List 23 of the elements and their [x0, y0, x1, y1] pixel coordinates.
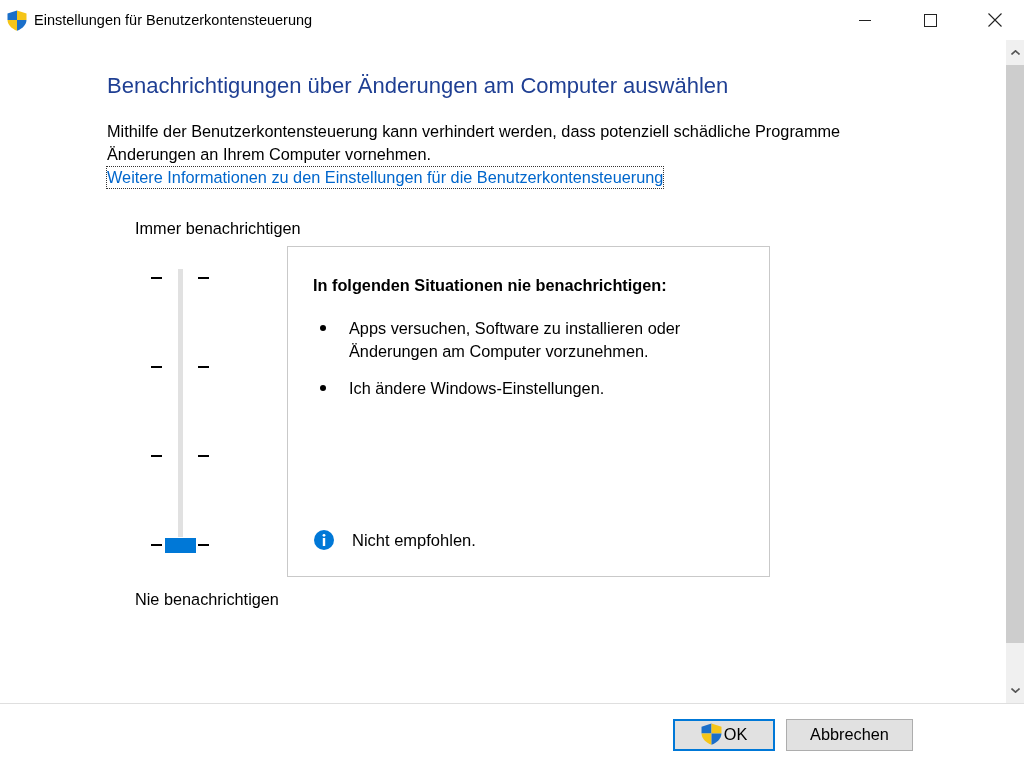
close-icon: [988, 13, 1002, 27]
bullet-icon: [320, 325, 326, 331]
details-title: In folgenden Situationen nie benachrichtigen:: [313, 275, 668, 295]
details-item: Apps versuchen, Software zu installieren oder Änderungen am Computer vorzunehmen.: [349, 318, 682, 362]
page-heading: Benachrichtigungen über Änderungen am Computer auswählen: [107, 72, 729, 100]
slider-bottom-label: Nie benachrichtigen: [135, 590, 279, 608]
maximize-icon: [923, 13, 937, 27]
details-item: Ich ändere Windows-Einstellungen.: [349, 378, 606, 399]
info-link[interactable]: Weitere Informationen zu den Einstellungen für die Benutzerkontensteuerung: [106, 166, 665, 189]
slider-top-label: Immer benachrichtigen: [135, 219, 301, 237]
slider-thumb[interactable]: [165, 537, 196, 553]
description-text: Mithilfe der Benutzerkontensteuerung kann verhindert werden, dass potenziell schädliche Programme Änderungen an Ihrem Computer vornehmen.: [107, 121, 842, 165]
minimize-icon: [859, 19, 871, 21]
shield-icon: [7, 9, 27, 31]
cancel-button[interactable]: Abbrechen: [786, 718, 913, 751]
chevron-up-icon[interactable]: [1010, 50, 1020, 55]
shield-icon: [700, 723, 722, 746]
bullet-icon: [320, 385, 326, 391]
window-title: Einstellungen für Benutzerkontensteuerung: [34, 12, 314, 28]
info-icon: [314, 530, 334, 550]
ok-button[interactable]: OK: [673, 718, 775, 751]
chevron-down-icon[interactable]: [1010, 688, 1020, 693]
note-text: Nicht empfohlen.: [352, 530, 476, 550]
